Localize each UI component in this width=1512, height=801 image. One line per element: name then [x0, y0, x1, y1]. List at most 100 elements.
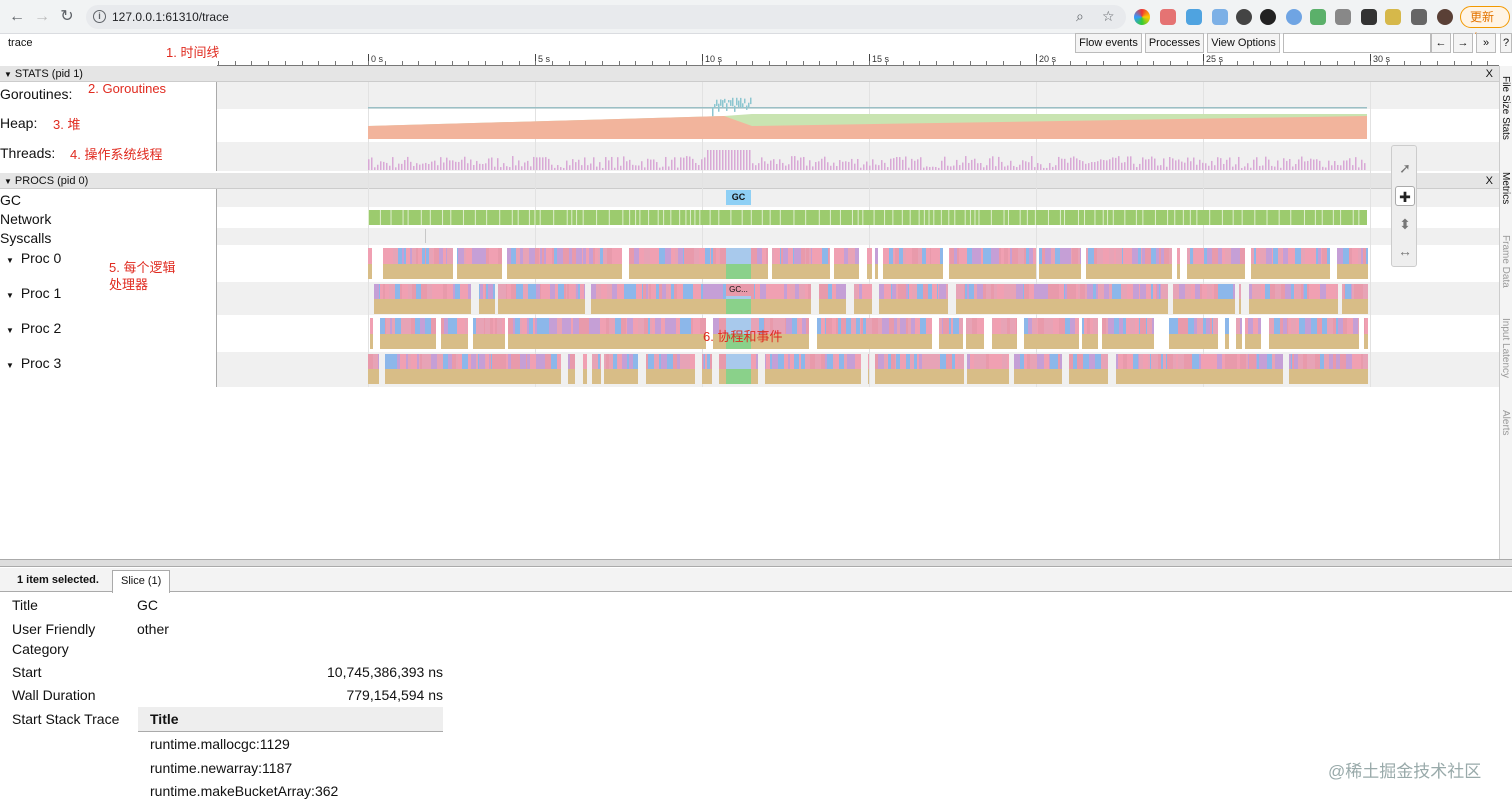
- select-tool-icon[interactable]: ➚: [1395, 158, 1415, 178]
- threads-bar: [806, 165, 808, 170]
- threads-bar: [620, 165, 622, 170]
- goroutine-slice: [835, 354, 839, 369]
- panel-resize-handle[interactable]: [0, 559, 1512, 567]
- goroutine-slice: [402, 284, 408, 299]
- goroutine-slice: [1187, 248, 1190, 264]
- tab-slice[interactable]: Slice (1): [112, 570, 171, 593]
- goroutine-event: [1093, 299, 1096, 314]
- goroutine-event: [1161, 264, 1164, 279]
- goroutine-event: [495, 334, 497, 349]
- goroutine-event: [1239, 264, 1240, 279]
- goroutine-slice: [1251, 248, 1252, 264]
- timing-tool-icon[interactable]: ↔: [1395, 241, 1415, 261]
- stack-frame[interactable]: runtime.newarray:1187: [150, 760, 292, 776]
- goroutines-bar: [718, 103, 720, 112]
- goroutine-slice: [1177, 248, 1180, 264]
- goroutine-event: [1038, 334, 1044, 349]
- zoom-tool-icon[interactable]: ⬍: [1395, 214, 1415, 234]
- goroutine-event: [883, 264, 889, 279]
- goroutine-slice: [884, 284, 890, 299]
- goroutine-slice: [669, 284, 671, 299]
- goroutine-slice: [998, 318, 1001, 334]
- goroutine-slice: [634, 248, 637, 264]
- gc-slice-proc1[interactable]: GC...: [726, 284, 751, 296]
- goroutine-event: [1314, 299, 1320, 314]
- goroutine-event: [629, 369, 633, 384]
- goroutine-event: [502, 299, 506, 314]
- goroutine-slice: [798, 248, 801, 264]
- goroutine-slice: [1167, 284, 1168, 299]
- goroutine-event: [1299, 334, 1305, 349]
- goroutine-event: [765, 369, 766, 384]
- goroutine-event: [986, 299, 991, 314]
- goroutine-slice: [780, 248, 781, 264]
- network-gap: [862, 210, 864, 225]
- goroutine-event: [1259, 369, 1265, 384]
- goroutine-slice: [1329, 354, 1333, 369]
- goroutine-slice: [855, 248, 859, 264]
- goroutine-slice: [709, 284, 713, 299]
- goroutine-slice: [1344, 284, 1345, 299]
- goroutine-event: [931, 264, 932, 279]
- goroutine-slice: [1298, 354, 1303, 369]
- gc-slice[interactable]: GC: [726, 190, 751, 205]
- goroutine-slice: [498, 354, 499, 369]
- goroutine-slice: [1336, 354, 1340, 369]
- goroutine-event: [1043, 299, 1048, 314]
- goroutine-event: [922, 369, 928, 384]
- side-tab-input-latency[interactable]: Input Latency: [1500, 318, 1511, 378]
- goroutine-event: [1282, 264, 1283, 279]
- goroutine-slice: [1152, 318, 1154, 334]
- goroutine-event: [1018, 264, 1024, 279]
- pan-tool-icon[interactable]: ✚: [1395, 186, 1415, 206]
- goroutine-slice: [478, 248, 484, 264]
- goroutine-event: [592, 369, 598, 384]
- threads-bar: [875, 164, 877, 170]
- network-gap: [1290, 210, 1292, 225]
- goroutine-event: [914, 369, 916, 384]
- help-button[interactable]: ?: [1500, 33, 1512, 53]
- goroutine-event: [1365, 334, 1368, 349]
- threads-bar: [1049, 163, 1051, 170]
- goroutine-slice: [1108, 318, 1114, 334]
- goroutine-slice: [580, 284, 584, 299]
- goroutine-event: [1201, 369, 1206, 384]
- goroutine-event: [928, 369, 933, 384]
- goroutine-slice: [720, 248, 724, 264]
- goroutine-slice: [828, 248, 829, 264]
- goroutine-event: [778, 299, 784, 314]
- goroutine-slice: [570, 354, 575, 369]
- stack-frame[interactable]: runtime.mallocgc:1129: [150, 736, 290, 752]
- goroutine-event: [809, 264, 811, 279]
- goroutine-slice: [1078, 354, 1083, 369]
- side-tab-file-size-stats[interactable]: File Size Stats: [1500, 76, 1511, 140]
- goroutine-event: [834, 264, 839, 279]
- threads-bar: [1109, 159, 1111, 170]
- goroutine-event: [1361, 369, 1363, 384]
- goroutine-event: [1090, 334, 1093, 349]
- goroutine-event: [545, 369, 551, 384]
- goroutine-event: [638, 334, 644, 349]
- goroutine-event: [1358, 334, 1359, 349]
- side-tab-alerts[interactable]: Alerts: [1500, 410, 1511, 436]
- threads-bar: [1061, 158, 1063, 170]
- goroutine-slice: [592, 354, 598, 369]
- goroutine-event: [1070, 334, 1075, 349]
- network-gap: [685, 210, 687, 225]
- stack-frame[interactable]: runtime.makeBucketArray:362: [150, 783, 338, 799]
- goroutine-event: [696, 334, 700, 349]
- goroutine-event: [1316, 264, 1318, 279]
- side-tab-metrics[interactable]: Metrics: [1500, 172, 1511, 204]
- goroutine-event: [1297, 264, 1301, 279]
- goroutine-event: [402, 299, 408, 314]
- timeline-canvas[interactable]: [0, 0, 1499, 560]
- side-panel-rail: [1499, 66, 1512, 560]
- side-tab-frame-data[interactable]: Frame Data: [1500, 235, 1511, 288]
- threads-bar: [845, 161, 847, 170]
- goroutine-slice: [493, 284, 495, 299]
- goroutine-slice: [546, 248, 547, 264]
- network-gap: [657, 210, 659, 225]
- goroutine-slice: [756, 354, 758, 369]
- goroutine-event: [485, 299, 486, 314]
- goroutine-event: [395, 299, 398, 314]
